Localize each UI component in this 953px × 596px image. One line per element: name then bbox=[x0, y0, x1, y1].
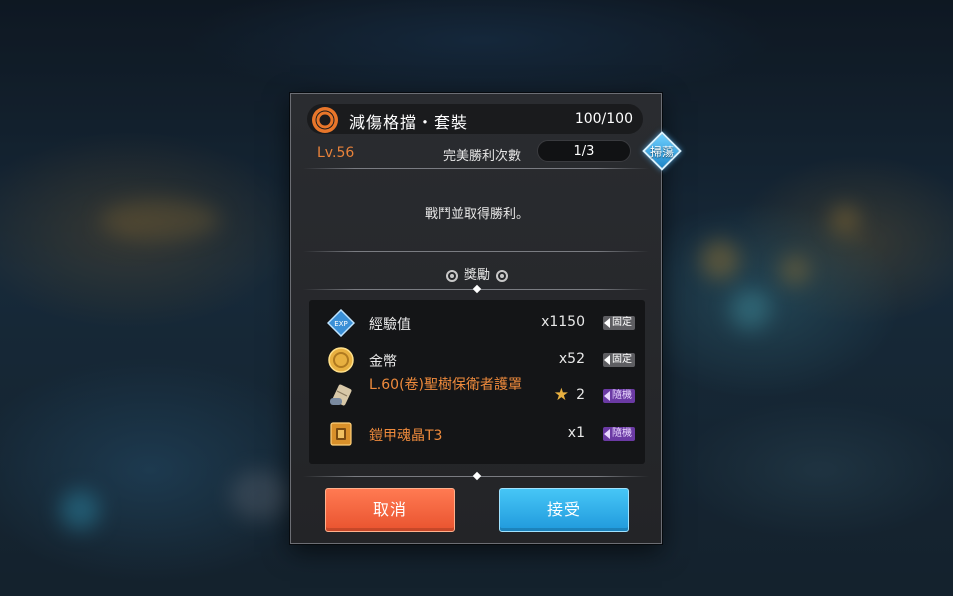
list-item[interactable]: 鎧甲魂晶T3 x1 隨機 bbox=[309, 416, 645, 452]
bullet-icon bbox=[445, 269, 458, 282]
sweep-button[interactable]: 掃蕩 bbox=[642, 131, 682, 171]
perfect-victory-label: 完美勝利次數 bbox=[443, 149, 522, 164]
item-quantity: x52 bbox=[558, 351, 585, 367]
item-quantity: 2 bbox=[576, 387, 585, 403]
item-name: 經驗值 bbox=[369, 317, 411, 333]
scroll-icon bbox=[330, 384, 352, 406]
list-item[interactable]: EXP 經驗值 x1150 固定 bbox=[309, 305, 645, 341]
divider-diamond-icon bbox=[472, 471, 482, 481]
divider-diamond-icon bbox=[472, 284, 482, 294]
quest-dialog: 減傷格擋・套裝 100/100 Lv.56 完美勝利次數 1/3 掃蕩 戰鬥並取… bbox=[290, 93, 682, 544]
item-quantity: x1 bbox=[567, 425, 585, 441]
sweep-label: 掃蕩 bbox=[649, 145, 674, 159]
fixed-tag: 固定 bbox=[603, 316, 635, 330]
quest-count: 100/100 bbox=[574, 111, 633, 127]
cancel-button[interactable]: 取消 bbox=[325, 488, 455, 532]
star-icon: ★ bbox=[553, 385, 569, 405]
accept-button[interactable]: 接受 bbox=[499, 488, 629, 532]
soul-crystal-icon bbox=[330, 422, 352, 446]
item-name: 鎧甲魂晶T3 bbox=[369, 428, 443, 444]
rewards-title: 獎勵 bbox=[463, 268, 490, 283]
quest-title: 減傷格擋・套裝 bbox=[349, 113, 469, 132]
fixed-tag: 固定 bbox=[603, 353, 635, 367]
random-tag: 隨機 bbox=[603, 389, 635, 403]
target-icon bbox=[312, 107, 338, 133]
list-item[interactable]: 金幣 x52 固定 bbox=[309, 342, 645, 378]
item-quantity: x1150 bbox=[541, 314, 585, 330]
gold-coin-icon bbox=[328, 347, 354, 373]
divider bbox=[303, 168, 649, 169]
svg-text:EXP: EXP bbox=[334, 320, 347, 328]
item-name: 金幣 bbox=[369, 354, 397, 370]
level-label: Lv.56 bbox=[317, 145, 355, 161]
quest-description: 戰鬥並取得勝利。 bbox=[424, 207, 529, 222]
exp-icon: EXP bbox=[327, 309, 355, 337]
reward-list: EXP 經驗值 x1150 固定 金幣 x52 固定 L.60(卷)聖樹保衛者護… bbox=[309, 300, 645, 464]
item-name: L.60(卷)聖樹保衛者護罩 bbox=[369, 377, 522, 393]
divider bbox=[303, 251, 649, 252]
random-tag: 隨機 bbox=[603, 427, 635, 441]
rewards-heading: 獎勵 bbox=[291, 264, 663, 283]
perfect-victory-count: 1/3 bbox=[573, 144, 595, 159]
bullet-icon bbox=[496, 269, 508, 282]
list-item[interactable]: L.60(卷)聖樹保衛者護罩 ★ 2 隨機 bbox=[309, 378, 645, 414]
